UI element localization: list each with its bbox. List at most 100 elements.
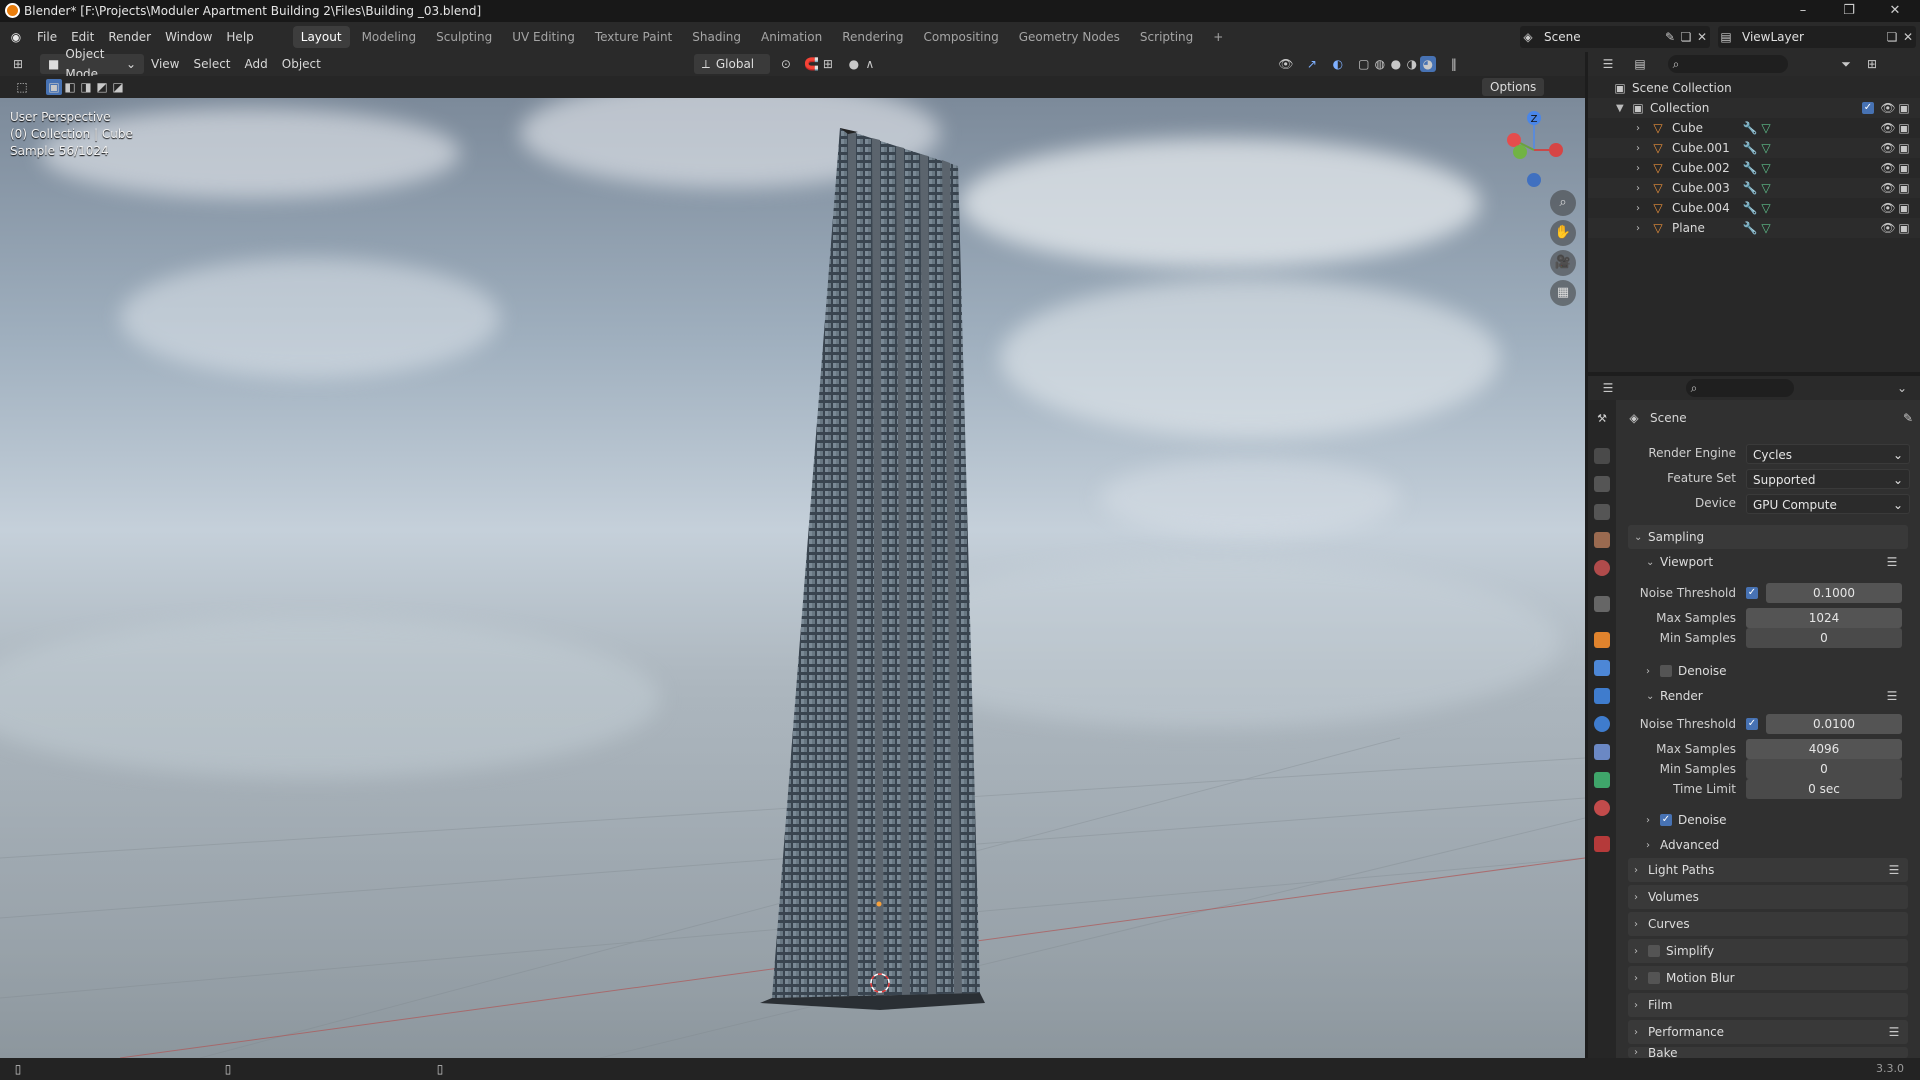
- select-new-icon[interactable]: ▣: [46, 79, 62, 95]
- material-tab-icon[interactable]: [1594, 800, 1610, 816]
- sampling-panel-header[interactable]: ⌄ Sampling: [1628, 525, 1908, 549]
- unlink-icon[interactable]: ✕: [1694, 29, 1710, 45]
- visibility-icon[interactable]: 👁: [1278, 56, 1294, 72]
- modifier-icon[interactable]: 🔧: [1742, 180, 1758, 196]
- panel-enable-checkbox[interactable]: [1648, 972, 1660, 984]
- camera-icon[interactable]: ▣: [1896, 180, 1912, 196]
- solid-shading-icon[interactable]: ●: [1388, 56, 1404, 72]
- outliner-editor-type-icon[interactable]: ☰: [1600, 56, 1616, 72]
- render-subpanel-header[interactable]: ⌄ Render ☰: [1640, 684, 1906, 708]
- tab-layout[interactable]: Layout: [292, 26, 350, 48]
- r-min-samples-field[interactable]: 0: [1746, 759, 1902, 779]
- camera-icon[interactable]: ▣: [1896, 100, 1912, 116]
- tab-geometry-nodes[interactable]: Geometry Nodes: [1011, 26, 1128, 48]
- camera-icon[interactable]: ▣: [1896, 220, 1912, 236]
- copy-icon[interactable]: ❏: [1678, 29, 1694, 45]
- modifier-icon[interactable]: 🔧: [1742, 220, 1758, 236]
- outliner-scene-collection[interactable]: ▣ Scene Collection: [1588, 78, 1920, 98]
- render-tab-icon[interactable]: [1594, 448, 1610, 464]
- select-tool-icon[interactable]: ⬚: [14, 79, 30, 95]
- mesh-data-icon[interactable]: ▽: [1758, 140, 1774, 156]
- collection-exclude-checkbox[interactable]: ✓: [1862, 102, 1874, 114]
- skyscraper[interactable]: [760, 128, 985, 1010]
- camera-icon[interactable]: ▣: [1896, 160, 1912, 176]
- vp-min-samples-field[interactable]: 0: [1746, 628, 1902, 648]
- pivot-icon[interactable]: ⊙: [778, 56, 794, 72]
- panel-bake[interactable]: › Bake: [1628, 1047, 1908, 1058]
- options-dropdown[interactable]: Options: [1482, 78, 1545, 96]
- r-denoise-subpanel[interactable]: › ✓ Denoise: [1640, 808, 1906, 832]
- r-max-samples-field[interactable]: 4096: [1746, 739, 1902, 759]
- properties-search-input[interactable]: ⌕: [1686, 379, 1794, 397]
- snap-icon[interactable]: 🧲: [804, 56, 820, 72]
- tab-scripting[interactable]: Scripting: [1132, 26, 1201, 48]
- outliner-object-row[interactable]: › ▽ Cube 🔧 ▽ 👁 ▣: [1588, 118, 1920, 138]
- expand-chevron-icon[interactable]: ›: [1636, 163, 1650, 174]
- properties-editor-type-icon[interactable]: ☰: [1600, 380, 1616, 396]
- data-tab-icon[interactable]: [1594, 772, 1610, 788]
- editor-type-icon[interactable]: ⊞: [10, 56, 26, 72]
- mesh-data-icon[interactable]: ▽: [1758, 180, 1774, 196]
- viewlayer-selector[interactable]: ▤ ViewLayer ❏ ✕: [1718, 26, 1916, 48]
- filter-icon[interactable]: ⏷: [1838, 56, 1854, 72]
- menu-help[interactable]: Help: [219, 22, 260, 52]
- pin-icon[interactable]: ✎: [1900, 410, 1916, 426]
- device-dropdown[interactable]: GPU Compute ⌄: [1746, 494, 1910, 514]
- expand-chevron-icon[interactable]: ›: [1636, 123, 1650, 134]
- physics-tab-icon[interactable]: [1594, 716, 1610, 732]
- r-denoise-checkbox[interactable]: ✓: [1660, 814, 1672, 826]
- select-extend-icon[interactable]: ◧: [62, 79, 78, 95]
- tab-shading[interactable]: Shading: [684, 26, 749, 48]
- collection-tab-icon[interactable]: [1594, 596, 1610, 612]
- panel-simplify[interactable]: › Simplify: [1628, 939, 1908, 963]
- navigation-gizmo[interactable]: Z: [1496, 110, 1566, 190]
- eye-icon[interactable]: 👁: [1880, 100, 1896, 116]
- panel-enable-checkbox[interactable]: [1648, 945, 1660, 957]
- outliner-search-input[interactable]: ⌕: [1668, 55, 1788, 73]
- tab-uv-editing[interactable]: UV Editing: [504, 26, 583, 48]
- camera-icon[interactable]: ▣: [1896, 140, 1912, 156]
- vp-max-samples-field[interactable]: 1024: [1746, 608, 1902, 628]
- mesh-data-icon[interactable]: ▽: [1758, 160, 1774, 176]
- panel-light-paths[interactable]: › Light Paths ☰: [1628, 858, 1908, 882]
- constraints-tab-icon[interactable]: [1594, 744, 1610, 760]
- menu-object[interactable]: Object: [275, 49, 328, 79]
- select-invert-icon[interactable]: ◩: [94, 79, 110, 95]
- panel-motion-blur[interactable]: › Motion Blur: [1628, 966, 1908, 990]
- presets-list-icon[interactable]: ☰: [1886, 862, 1902, 878]
- eye-icon[interactable]: 👁: [1880, 120, 1896, 136]
- advanced-subpanel[interactable]: › Advanced: [1640, 833, 1906, 857]
- vp-denoise-checkbox[interactable]: [1660, 665, 1672, 677]
- modifier-icon[interactable]: 🔧: [1742, 120, 1758, 136]
- scene-selector[interactable]: ◈ Scene ✎ ❏ ✕: [1520, 26, 1710, 48]
- presets-list-icon[interactable]: ☰: [1884, 688, 1900, 704]
- mesh-data-icon[interactable]: ▽: [1758, 120, 1774, 136]
- rendered-shading-icon[interactable]: ◕: [1419, 56, 1436, 72]
- expand-chevron-icon[interactable]: ›: [1636, 183, 1650, 194]
- menu-view[interactable]: View: [144, 49, 186, 79]
- select-subtract-icon[interactable]: ◨: [78, 79, 94, 95]
- eye-icon[interactable]: 👁: [1880, 200, 1896, 216]
- camera-view-icon[interactable]: 🎥: [1550, 250, 1576, 276]
- view-layer-tab-icon[interactable]: [1594, 504, 1610, 520]
- restore-icon[interactable]: ❐: [1826, 0, 1872, 22]
- outliner-object-row[interactable]: › ▽ Cube.004 🔧 ▽ 👁 ▣: [1588, 198, 1920, 218]
- panel-volumes[interactable]: › Volumes: [1628, 885, 1908, 909]
- vp-denoise-subpanel[interactable]: › Denoise: [1640, 659, 1906, 683]
- blender-menu-icon[interactable]: ◉: [8, 29, 24, 45]
- 3d-viewport[interactable]: User Perspective (0) Collection | Cube S…: [0, 98, 1585, 1058]
- eye-icon[interactable]: 👁: [1880, 180, 1896, 196]
- display-mode-icon[interactable]: ▤: [1632, 56, 1648, 72]
- outliner-object-row[interactable]: › ▽ Plane 🔧 ▽ 👁 ▣: [1588, 218, 1920, 238]
- transform-orientation-dropdown[interactable]: ⟂ Global: [693, 54, 770, 74]
- overlay-toggle-icon[interactable]: ◐: [1330, 56, 1346, 72]
- outliner-object-row[interactable]: › ▽ Cube.001 🔧 ▽ 👁 ▣: [1588, 138, 1920, 158]
- grid-perspective-icon[interactable]: ▦: [1550, 280, 1576, 306]
- eye-icon[interactable]: 👁: [1880, 220, 1896, 236]
- feature-set-dropdown[interactable]: Supported ⌄: [1746, 469, 1910, 489]
- panel-film[interactable]: › Film: [1628, 993, 1908, 1017]
- r-noise-threshold-checkbox[interactable]: ✓: [1746, 718, 1758, 730]
- render-engine-dropdown[interactable]: Cycles ⌄: [1746, 444, 1910, 464]
- menu-add[interactable]: Add: [238, 49, 275, 79]
- r-noise-threshold-field[interactable]: 0.0100: [1766, 714, 1902, 734]
